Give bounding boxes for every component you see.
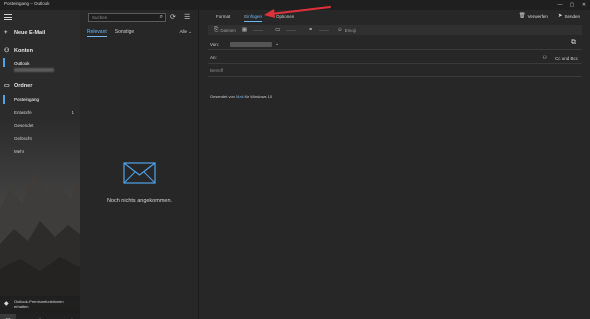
background-mountain-image	[0, 174, 80, 299]
signature-suffix: für Windows 10	[244, 94, 273, 99]
cc-bcc-button[interactable]: ⚇ Cc und Bcc	[543, 55, 579, 61]
account-selection-indicator	[3, 58, 5, 67]
tab-insert[interactable]: Einfügen	[244, 14, 262, 22]
ribbon-divider	[318, 29, 329, 31]
subject-field[interactable]: Betreff	[208, 67, 582, 77]
cc-bcc-label: Cc und Bcc	[554, 55, 578, 61]
app-switcher-bar: ✉ ▦ ⚇ ✓ ⚙	[0, 314, 80, 319]
maximize-button[interactable]: ▢	[566, 0, 578, 10]
accounts-header[interactable]: ⚇ Konten	[4, 48, 33, 54]
tab-relevant[interactable]: Relevant	[87, 29, 107, 37]
files-label: Dateien	[220, 27, 236, 33]
search-icon[interactable]: ⌕	[160, 14, 163, 21]
window-controls: — ▢ ✕	[554, 0, 590, 10]
discard-button[interactable]: 🗑 Verwerfen	[519, 13, 548, 19]
person-icon: ⚇	[4, 48, 10, 54]
drafts-count-badge: 1	[71, 110, 74, 115]
to-field[interactable]: An: ⚇ Cc und Bcc	[208, 54, 582, 64]
plus-icon: +	[4, 30, 8, 36]
search-input[interactable]: Suchen ⌕	[88, 13, 166, 22]
account-item[interactable]: Outlook	[14, 61, 30, 66]
sync-icon[interactable]: ⟳	[170, 13, 176, 21]
title-bar: Posteingang – Outlook — ▢ ✕	[0, 0, 590, 10]
tab-options[interactable]: Optionen	[276, 14, 294, 19]
minimize-button[interactable]: —	[554, 0, 566, 10]
emoji-label: Emoji	[344, 27, 356, 33]
folder-item-drafts[interactable]: Entwürfe	[14, 110, 32, 115]
folder-item-more[interactable]: Mehr	[14, 149, 24, 154]
empty-inbox-envelope-icon	[123, 162, 156, 184]
table-icon: ▦	[241, 27, 248, 33]
picture-button[interactable]: ▭	[275, 27, 282, 33]
new-mail-button[interactable]: + Neue E-Mail	[4, 30, 45, 36]
picture-icon: ▭	[275, 27, 281, 33]
paperclip-icon: ⎘	[214, 26, 219, 33]
signature-prefix: Gesendet von	[210, 94, 235, 99]
link-button[interactable]: ⚭	[308, 27, 315, 33]
empty-inbox-message: Noch nichts angekommen.	[106, 198, 173, 204]
close-button[interactable]: ✕	[578, 0, 590, 10]
send-icon: ➤	[557, 13, 563, 19]
filter-label: Alle	[179, 29, 187, 34]
insert-ribbon: ⎘ Dateien ▦ ▭ ⚭ ☺ Emoji	[208, 25, 582, 35]
selection-mode-icon[interactable]: ☰	[184, 13, 190, 21]
ribbon-tabs: Format Einfügen Optionen	[216, 14, 308, 22]
person-icon[interactable]: ⚇	[543, 55, 547, 61]
folder-item-inbox[interactable]: Posteingang	[14, 97, 39, 102]
link-icon: ⚭	[308, 27, 313, 33]
new-mail-label: Neue E-Mail	[14, 30, 46, 36]
navigation-pane: + Neue E-Mail ⚇ Konten Outlook ▭ Ordner …	[0, 10, 80, 319]
trash-icon: 🗑	[518, 13, 526, 19]
tab-other[interactable]: Sonstige	[115, 29, 134, 35]
chevron-down-icon: ⌄	[188, 29, 192, 34]
diamond-icon: ◆	[4, 301, 9, 307]
to-label: An:	[210, 55, 217, 60]
message-body[interactable]: Gesendet von Mail für Windows 10	[210, 94, 272, 99]
hamburger-menu-icon[interactable]	[4, 14, 12, 20]
window-title: Posteingang – Outlook	[4, 1, 50, 6]
message-list-pane: Suchen ⌕ ⟳ ☰ Relevant Sonstige Alle ⌄ No…	[80, 10, 199, 319]
from-label: Von:	[210, 42, 220, 47]
emoji-button[interactable]: ☺ Emoji	[337, 27, 356, 33]
from-field[interactable]: Von: ⌄ ⧉	[208, 39, 582, 50]
folders-header[interactable]: ▭ Ordner	[4, 83, 32, 89]
search-placeholder: Suchen	[92, 15, 108, 20]
promo-text: Outlook-Premiumfunktionen erhalten	[14, 299, 64, 309]
folder-item-sent[interactable]: Gesendet	[14, 123, 34, 128]
discard-label: Verwerfen	[527, 13, 548, 19]
focused-tabs: Relevant Sonstige	[87, 29, 142, 37]
signature-mail-link[interactable]: Mail	[236, 94, 243, 99]
popout-icon[interactable]: ⧉	[571, 39, 576, 47]
send-button[interactable]: ➤ Senden	[558, 13, 580, 19]
send-label: Senden	[564, 13, 580, 19]
folders-label: Ordner	[14, 83, 33, 89]
ribbon-divider	[253, 29, 264, 31]
filter-dropdown[interactable]: Alle ⌄	[179, 29, 192, 35]
premium-promo[interactable]: ◆ Outlook-Premiumfunktionen erhalten	[0, 296, 80, 314]
mail-icon[interactable]: ✉	[0, 314, 16, 319]
folder-selection-indicator	[3, 95, 5, 104]
ribbon-divider	[286, 29, 297, 31]
table-button[interactable]: ▦	[242, 27, 249, 33]
subject-placeholder: Betreff	[210, 68, 224, 73]
compose-pane: Format Einfügen Optionen 🗑 Verwerfen ➤ S…	[200, 10, 590, 319]
chevron-down-icon[interactable]: ⌄	[275, 41, 279, 47]
smiley-icon: ☺	[336, 27, 343, 33]
accounts-label: Konten	[14, 48, 33, 54]
from-address-redacted	[230, 42, 272, 47]
account-email-redacted	[14, 68, 54, 72]
files-button[interactable]: ⎘ Dateien	[214, 27, 236, 34]
folder-item-deleted[interactable]: Gelöscht	[14, 136, 32, 141]
folder-icon: ▭	[4, 83, 10, 89]
compose-actions: 🗑 Verwerfen ➤ Senden	[509, 13, 580, 19]
tab-format[interactable]: Format	[216, 14, 230, 19]
